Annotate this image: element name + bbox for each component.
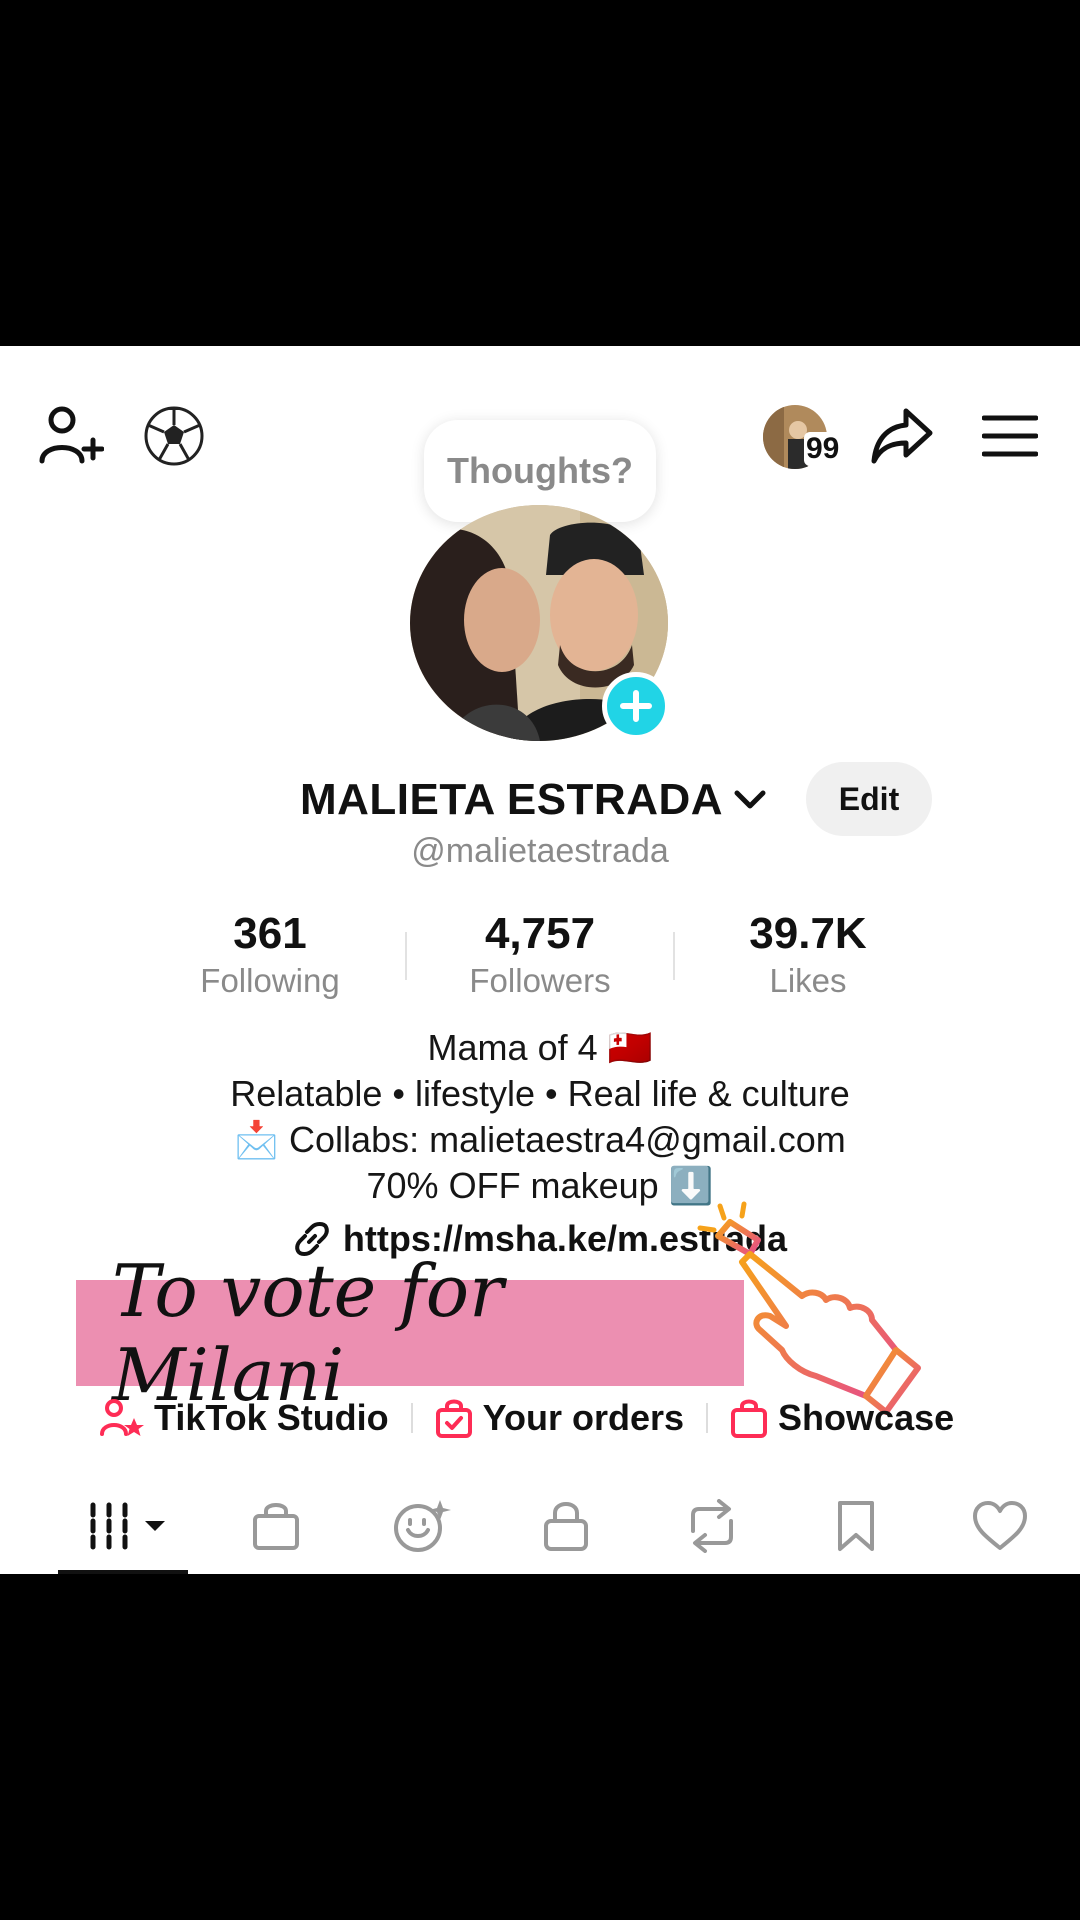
overlay-caption: To vote for Milani — [76, 1249, 744, 1417]
tiktok-studio-label: TikTok Studio — [154, 1397, 389, 1438]
tab-shop[interactable] — [236, 1490, 316, 1562]
display-name: MALIETA ESTRADA — [300, 775, 724, 824]
following-count: 361 — [233, 909, 307, 958]
followers-count: 4,757 — [484, 909, 596, 958]
edit-profile-button[interactable]: Edit — [806, 762, 932, 836]
bio-line: 📩 Collabs: malietaestra4@gmail.com — [234, 1119, 846, 1160]
stat-following[interactable]: 361 Following — [150, 909, 390, 1000]
likes-label: Likes — [769, 962, 847, 1000]
pointing-hand-sticker — [690, 1200, 930, 1420]
active-tab-indicator — [58, 1570, 188, 1574]
likes-count: 39.7K — [749, 909, 867, 958]
showcase-label: Showcase — [778, 1397, 955, 1438]
display-name-row[interactable]: MALIETA ESTRADA — [300, 770, 767, 830]
quick-link-divider — [706, 1403, 709, 1433]
studio-icon — [100, 1398, 144, 1438]
add-friend-icon[interactable] — [38, 405, 104, 469]
tab-favorites[interactable] — [816, 1490, 896, 1562]
bio: Mama of 4 🇹🇴 Relatable • lifestyle • Rea… — [0, 1025, 1080, 1209]
chevron-down-icon — [733, 789, 767, 811]
soccer-ball-icon[interactable] — [143, 405, 205, 467]
stat-divider — [673, 932, 675, 980]
share-icon[interactable] — [870, 405, 934, 465]
showcase-link[interactable]: Showcase — [730, 1397, 954, 1439]
stat-divider — [405, 932, 407, 980]
viewer-count-badge: 99 — [804, 432, 842, 466]
your-orders-label: Your orders — [482, 1397, 685, 1438]
stat-likes[interactable]: 39.7K Likes — [688, 909, 928, 1000]
menu-icon[interactable] — [982, 412, 1038, 460]
tab-videos[interactable] — [78, 1490, 178, 1562]
add-story-button[interactable] — [602, 672, 670, 740]
followers-label: Followers — [469, 962, 611, 1000]
showcase-bag-icon — [730, 1398, 768, 1438]
quick-links: TikTok Studio Your orders Showcase — [100, 1392, 954, 1444]
tab-ai-self[interactable] — [382, 1490, 462, 1562]
your-orders-link[interactable]: Your orders — [435, 1397, 684, 1439]
bio-line: Mama of 4 🇹🇴 — [427, 1027, 653, 1068]
quick-link-divider — [410, 1403, 413, 1433]
username: @malietaestrada — [411, 832, 669, 870]
tiktok-studio-link[interactable]: TikTok Studio — [100, 1397, 389, 1439]
tab-reposts[interactable] — [672, 1490, 752, 1562]
content-tab-bar — [0, 1490, 1080, 1574]
tab-liked[interactable] — [960, 1490, 1040, 1562]
tab-private[interactable] — [526, 1490, 606, 1562]
orders-bag-icon — [435, 1398, 473, 1438]
stat-followers[interactable]: 4,757 Followers — [420, 909, 660, 1000]
bio-line: Relatable • lifestyle • Real life & cult… — [230, 1073, 850, 1114]
following-label: Following — [200, 962, 340, 1000]
